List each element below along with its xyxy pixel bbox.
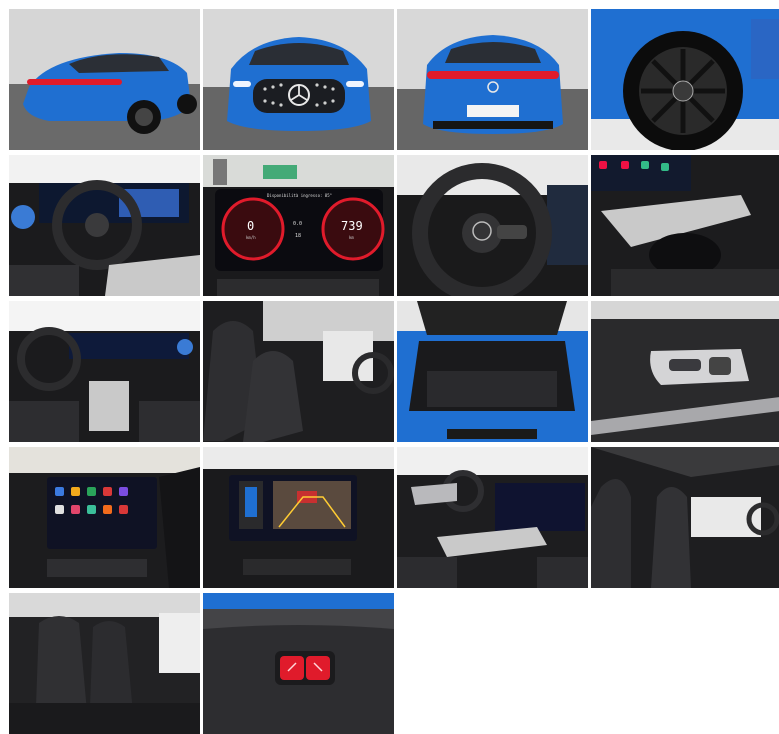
cluster-mid-bottom: 18	[295, 233, 302, 239]
photo-gallery: Disponibilità ingresso: 85° 0 km/h 0.0 1…	[9, 9, 779, 734]
photo-trunk[interactable]	[397, 301, 588, 442]
photo-trunk-buttons[interactable]	[203, 593, 394, 734]
cluster-header: Disponibilità ingresso: 85°	[267, 193, 333, 198]
photo-instrument-cluster[interactable]: Disponibilità ingresso: 85° 0 km/h 0.0 1…	[203, 155, 394, 296]
cluster-right-unit: km	[349, 235, 354, 240]
photo-infotainment-home-screen[interactable]	[9, 447, 200, 588]
photo-front-seat-side[interactable]	[591, 447, 779, 588]
photo-front-seats[interactable]	[203, 301, 394, 442]
photo-rear-seats[interactable]	[9, 593, 200, 734]
photo-exterior-front[interactable]	[203, 9, 394, 150]
cluster-mid-top: 0.0	[293, 221, 303, 227]
photo-dashboard-wide[interactable]	[9, 301, 200, 442]
photo-infotainment-camera-view[interactable]	[203, 447, 394, 588]
photo-wheel-closeup[interactable]	[591, 9, 779, 150]
photo-center-console[interactable]	[591, 155, 779, 296]
cluster-right-value: 739	[341, 219, 363, 233]
photo-steering-wheel-closeup[interactable]	[397, 155, 588, 296]
cluster-left-value: 0	[247, 219, 255, 233]
photo-door-panel-controls[interactable]	[591, 301, 779, 442]
cluster-left-unit: km/h	[246, 235, 256, 240]
photo-dashboard-steering-wheel[interactable]	[9, 155, 200, 296]
photo-exterior-rear[interactable]	[397, 9, 588, 150]
photo-cabin-side-view[interactable]	[397, 447, 588, 588]
photo-exterior-rear-three-quarter[interactable]	[9, 9, 200, 150]
